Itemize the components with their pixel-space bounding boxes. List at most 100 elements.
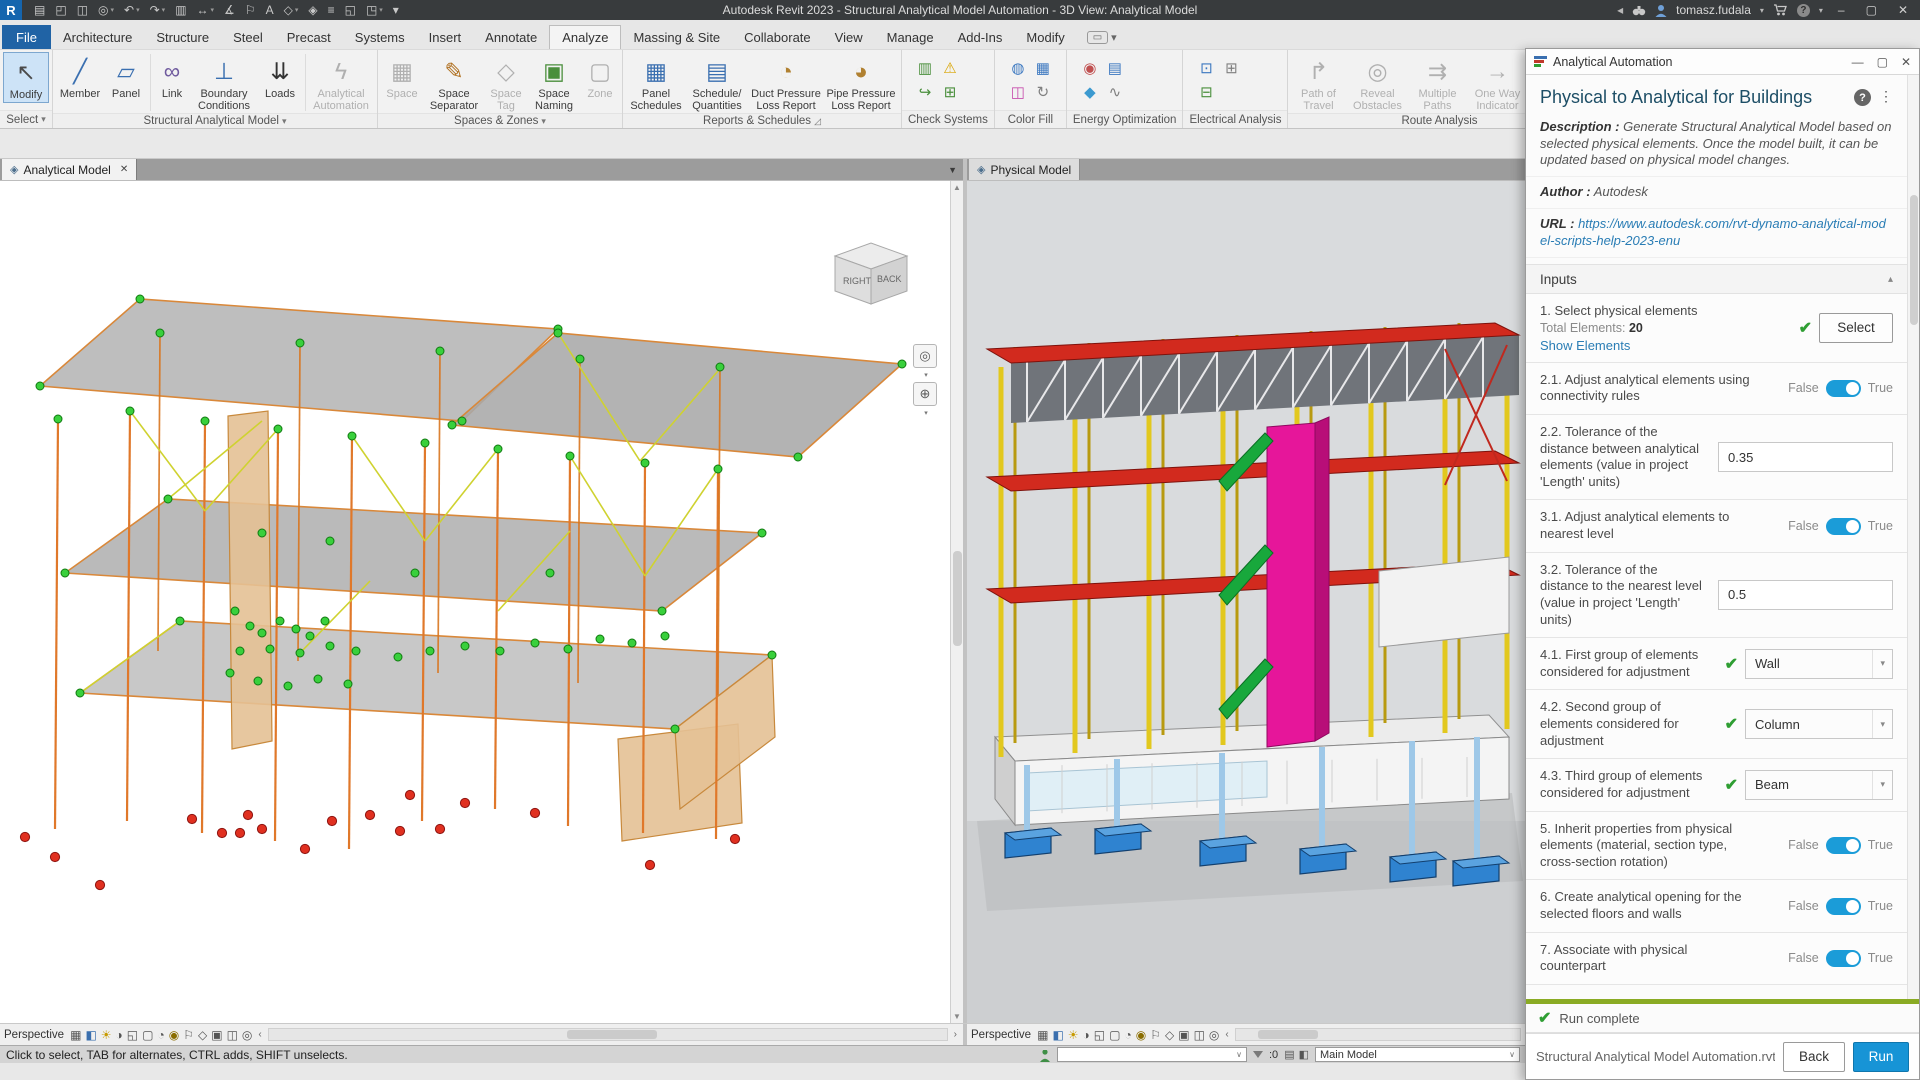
ribbon-tab-analyze[interactable]: Analyze bbox=[549, 25, 621, 49]
signed-in-user[interactable]: tomasz.fudala bbox=[1676, 3, 1751, 17]
reveal-hidden-elements-icon[interactable]: ◉ bbox=[1136, 1028, 1146, 1042]
scrollbar-thumb[interactable] bbox=[567, 1030, 657, 1039]
show-constraints-icon[interactable]: ◇ bbox=[198, 1028, 207, 1042]
palette-close-button[interactable]: ✕ bbox=[1901, 55, 1911, 69]
physical-model-canvas[interactable] bbox=[967, 181, 1525, 1023]
print-icon[interactable]: ▥ bbox=[171, 3, 190, 17]
horizontal-scrollbar[interactable] bbox=[268, 1028, 948, 1041]
undo-icon[interactable]: ↶▾ bbox=[120, 3, 144, 17]
crop-view-icon[interactable]: ◱ bbox=[1094, 1028, 1105, 1042]
text-icon[interactable]: A bbox=[262, 3, 278, 17]
ribbon-tab-precast[interactable]: Precast bbox=[275, 25, 343, 49]
scrollbar-thumb[interactable] bbox=[1910, 195, 1918, 325]
tolerance-input[interactable] bbox=[1718, 580, 1893, 610]
ribbon-button-pipe-pressure-loss-report[interactable]: ◕Pipe Pressure Loss Report bbox=[824, 52, 898, 113]
toggle-switch[interactable] bbox=[1826, 898, 1861, 915]
location-icon[interactable]: ◉ bbox=[1078, 56, 1102, 79]
redo-icon[interactable]: ↷▾ bbox=[146, 3, 170, 17]
reveal-hidden-elements-icon[interactable]: ◉ bbox=[169, 1028, 179, 1042]
electrical-settings-icon[interactable]: ⊡ bbox=[1194, 56, 1218, 79]
physical-model-viewport[interactable] bbox=[967, 180, 1525, 1023]
ribbon-button-boundary-conditions[interactable]: ⊥Boundary Conditions bbox=[191, 52, 257, 113]
ribbon-button-link[interactable]: ∞Link bbox=[153, 52, 191, 101]
scroll-up-icon[interactable]: ▲ bbox=[951, 183, 963, 192]
view-scale-icon[interactable]: ▦ bbox=[1037, 1028, 1048, 1042]
ribbon-button-panel[interactable]: ▱Panel bbox=[104, 52, 148, 101]
temporary-view-properties-icon[interactable]: ⚐ bbox=[1150, 1028, 1161, 1042]
ribbon-tab-modify[interactable]: Modify bbox=[1014, 25, 1076, 49]
help-menu-caret-icon[interactable]: ▾ bbox=[1819, 6, 1823, 15]
energy-settings-icon[interactable]: ▤ bbox=[1103, 56, 1127, 79]
ribbon-tab-annotate[interactable]: Annotate bbox=[473, 25, 549, 49]
color-fill-legend-icon[interactable]: ◫ bbox=[1006, 80, 1030, 103]
ribbon-tab-view[interactable]: View bbox=[823, 25, 875, 49]
ribbon-panel-caption-spaces-zones[interactable]: Spaces & Zones▾ bbox=[378, 113, 622, 128]
view-tab-physical-model[interactable]: ◈ Physical Model bbox=[969, 159, 1080, 180]
reveal-obstacles-toggle-icon[interactable]: ◎ bbox=[1209, 1028, 1219, 1042]
element-group-dropdown[interactable]: Wall▾ bbox=[1745, 649, 1893, 679]
worksharing-display-icon[interactable]: ▣ bbox=[1178, 1028, 1189, 1042]
revit-app-menu-icon[interactable]: R bbox=[0, 0, 22, 20]
worksharing-display-icon[interactable]: ▣ bbox=[211, 1028, 222, 1042]
ribbon-tab-steel[interactable]: Steel bbox=[221, 25, 275, 49]
design-options-select[interactable]: Main Model ∨ bbox=[1315, 1047, 1520, 1062]
show-constraints-icon[interactable]: ◇ bbox=[1165, 1028, 1174, 1042]
measure-icon[interactable]: ↔▾ bbox=[193, 3, 219, 17]
temporary-hide-isolate-icon[interactable]: ◔ bbox=[1124, 1028, 1131, 1042]
panel-display-caret-icon[interactable]: ▾ bbox=[1111, 31, 1117, 44]
ribbon-panel-caption-structural-analytical-model[interactable]: Structural Analytical Model▾ bbox=[53, 113, 377, 128]
show-elements-link[interactable]: Show Elements bbox=[1540, 338, 1792, 353]
ribbon-button-space-separator[interactable]: ✎Space Separator bbox=[423, 52, 485, 113]
window-close-button[interactable]: ✕ bbox=[1892, 3, 1914, 17]
refresh-color-fill-icon[interactable]: ↻ bbox=[1031, 80, 1055, 103]
script-menu-icon[interactable]: ⋮ bbox=[1879, 88, 1893, 105]
ribbon-panel-caption-color-fill[interactable]: Color Fill bbox=[995, 110, 1066, 128]
user-menu-caret-icon[interactable]: ▾ bbox=[1760, 6, 1764, 15]
temporary-view-properties-icon[interactable]: ⚐ bbox=[183, 1028, 194, 1042]
ribbon-tab-systems[interactable]: Systems bbox=[343, 25, 417, 49]
inputs-section-header[interactable]: Inputs ▴ bbox=[1526, 264, 1907, 294]
ribbon-button-loads[interactable]: ⇊Loads bbox=[257, 52, 303, 101]
check-duct-systems-icon[interactable]: ▥ bbox=[913, 56, 937, 79]
scrollbar-thumb[interactable] bbox=[1258, 1030, 1318, 1039]
horizontal-scrollbar[interactable] bbox=[1235, 1028, 1521, 1041]
view-tab-overflow-icon[interactable]: ▼ bbox=[942, 159, 963, 180]
scroll-down-icon[interactable]: ▼ bbox=[951, 1012, 963, 1021]
ribbon-button-member[interactable]: ╱Member bbox=[56, 52, 104, 101]
ribbon-panel-caption-electrical-analysis[interactable]: Electrical Analysis bbox=[1183, 110, 1287, 128]
displace-elements-icon[interactable]: ◫ bbox=[227, 1028, 238, 1042]
check-pipe-systems-icon[interactable]: ↪ bbox=[913, 80, 937, 103]
ribbon-button-panel-schedules[interactable]: ▦Panel Schedules bbox=[626, 52, 686, 113]
close-view-tab-icon[interactable]: ✕ bbox=[120, 164, 128, 175]
scrollbar-thumb[interactable] bbox=[953, 551, 962, 646]
view-cube[interactable]: RIGHT BACK bbox=[823, 236, 918, 311]
viewcube-right-face[interactable]: RIGHT bbox=[843, 276, 872, 286]
ribbon-tab-add-ins[interactable]: Add-Ins bbox=[946, 25, 1015, 49]
view-tab-analytical-model[interactable]: ◈ Analytical Model ✕ bbox=[2, 159, 137, 180]
zoom-icon[interactable]: ⊕ bbox=[913, 382, 937, 406]
sun-path-icon[interactable]: ☀ bbox=[101, 1028, 112, 1042]
toggle-switch[interactable] bbox=[1826, 380, 1861, 397]
file-tab[interactable]: File bbox=[2, 25, 51, 49]
visual-style-icon[interactable]: ◧ bbox=[85, 1028, 96, 1042]
demand-factors-icon[interactable]: ⊞ bbox=[1219, 56, 1243, 79]
ribbon-tab-manage[interactable]: Manage bbox=[875, 25, 946, 49]
show-disconnects-icon[interactable]: ⚠ bbox=[938, 56, 962, 79]
toggle-switch[interactable] bbox=[1826, 518, 1861, 535]
window-restore-button[interactable]: ▢ bbox=[1860, 3, 1883, 17]
ribbon-tab-massing-site[interactable]: Massing & Site bbox=[621, 25, 732, 49]
palette-maximize-button[interactable]: ▢ bbox=[1877, 55, 1888, 69]
palette-scrollbar[interactable] bbox=[1907, 75, 1919, 999]
analytical-model-canvas[interactable] bbox=[0, 181, 950, 1024]
ribbon-panel-caption-select[interactable]: Select▾ bbox=[0, 110, 52, 128]
ribbon-panel-caption-check-systems[interactable]: Check Systems bbox=[902, 110, 994, 128]
steering-wheel-icon[interactable]: ◎ bbox=[913, 344, 937, 368]
vertical-scrollbar[interactable]: ▲ ▼ bbox=[950, 181, 963, 1023]
viewcube-back-face[interactable]: BACK bbox=[877, 274, 902, 284]
close-inactive-views-icon[interactable]: ◱ bbox=[341, 3, 360, 17]
crop-view-icon[interactable]: ◱ bbox=[127, 1028, 138, 1042]
ribbon-panel-caption-reports-schedules[interactable]: Reports & Schedules◿ bbox=[623, 113, 901, 128]
ribbon-tab-architecture[interactable]: Architecture bbox=[51, 25, 144, 49]
collapse-section-icon[interactable]: ▴ bbox=[1888, 274, 1893, 285]
scroll-right-icon[interactable]: › bbox=[952, 1029, 959, 1040]
